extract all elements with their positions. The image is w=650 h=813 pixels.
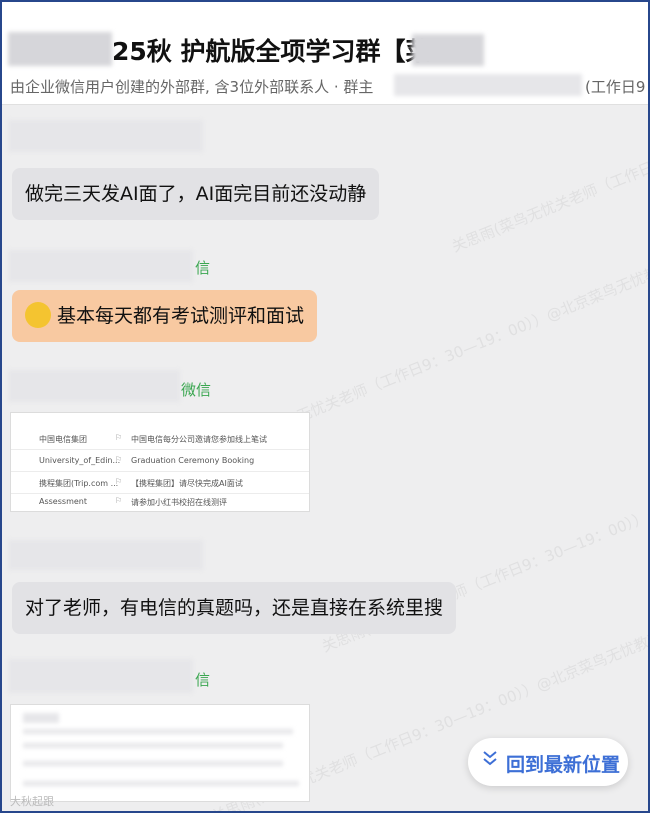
sender-name-tail: 信 bbox=[195, 671, 211, 689]
table-row: 中国电信集团 ⚐ 中国电信每分公司邀请您参加线上笔试 bbox=[11, 428, 309, 450]
flag-icon: ⚐ bbox=[115, 455, 123, 464]
message-bubble[interactable]: 基本每天都有考试测评和面试 bbox=[12, 290, 318, 342]
redacted-text bbox=[412, 34, 484, 66]
redacted-text bbox=[394, 74, 582, 96]
image-message[interactable]: 中国电信集团 ⚐ 中国电信每分公司邀请您参加线上笔试 University_of… bbox=[10, 412, 310, 512]
email-subject: Graduation Ceremony Booking bbox=[131, 456, 255, 465]
double-chevron-down-icon bbox=[482, 749, 498, 772]
email-sender: University_of_Edin... bbox=[39, 456, 121, 465]
group-subtitle: 由企业微信用户创建的外部群, 含3位外部联系人 · 群主 bbox=[10, 78, 374, 96]
logo: 大秋起跟 bbox=[10, 795, 54, 808]
sender-name bbox=[8, 370, 180, 402]
redacted-text bbox=[23, 743, 283, 748]
group-title: 25秋 护航版全项学习群【菜 bbox=[112, 37, 431, 66]
sender-name bbox=[8, 120, 203, 152]
chat-header: 25秋 护航版全项学习群【菜 由企业微信用户创建的外部群, 含3位外部联系人 ·… bbox=[2, 2, 648, 105]
email-subject: 【携程集团】请尽快完成AI面试 bbox=[131, 479, 243, 488]
image-message[interactable] bbox=[10, 704, 310, 802]
message-bubble[interactable]: 对了老师，有电信的真题吗，还是直接在系统里搜 bbox=[12, 582, 457, 634]
email-sender: 中国电信集团 bbox=[39, 435, 87, 444]
redacted-text bbox=[23, 781, 299, 786]
email-subject: 请参加小红书校招在线测评 bbox=[131, 498, 227, 507]
sender-name bbox=[8, 540, 203, 570]
emoji-icon bbox=[25, 301, 51, 328]
scroll-to-latest-label: 回到最新位置 bbox=[506, 754, 621, 776]
sender-name-tail: 信 bbox=[195, 259, 211, 277]
redacted-text bbox=[23, 761, 283, 766]
redacted-text bbox=[23, 729, 293, 734]
flag-icon: ⚐ bbox=[115, 496, 123, 505]
group-subtitle-tail: (工作日9 bbox=[585, 78, 646, 96]
sender-name bbox=[8, 250, 193, 282]
flag-icon: ⚐ bbox=[115, 477, 123, 486]
message-text: 基本每天都有考试测评和面试 bbox=[57, 305, 305, 327]
sender-name bbox=[8, 659, 193, 693]
email-sender: 携程集团(Trip.com ... bbox=[39, 479, 119, 488]
table-row: Assessment ⚐ 请参加小红书校招在线测评 bbox=[11, 491, 309, 512]
chat-window: 关思雨(菜鸟无忧关老师（工作日9：30—19：00））@北京菜鸟无忧教育科技 7… bbox=[0, 0, 650, 813]
scroll-to-latest-button[interactable]: 回到最新位置 bbox=[468, 738, 628, 786]
email-subject: 中国电信每分公司邀请您参加线上笔试 bbox=[131, 435, 267, 444]
sender-name-tail: 微信 bbox=[181, 381, 212, 399]
email-sender: Assessment bbox=[39, 497, 87, 506]
flag-icon: ⚐ bbox=[115, 433, 123, 442]
message-bubble[interactable]: 做完三天发AI面了，AI面完目前还没动静 bbox=[12, 168, 380, 220]
redacted-text bbox=[8, 32, 112, 66]
redacted-text bbox=[23, 713, 59, 723]
table-row: University_of_Edin... ⚐ Graduation Cerem… bbox=[11, 450, 309, 472]
